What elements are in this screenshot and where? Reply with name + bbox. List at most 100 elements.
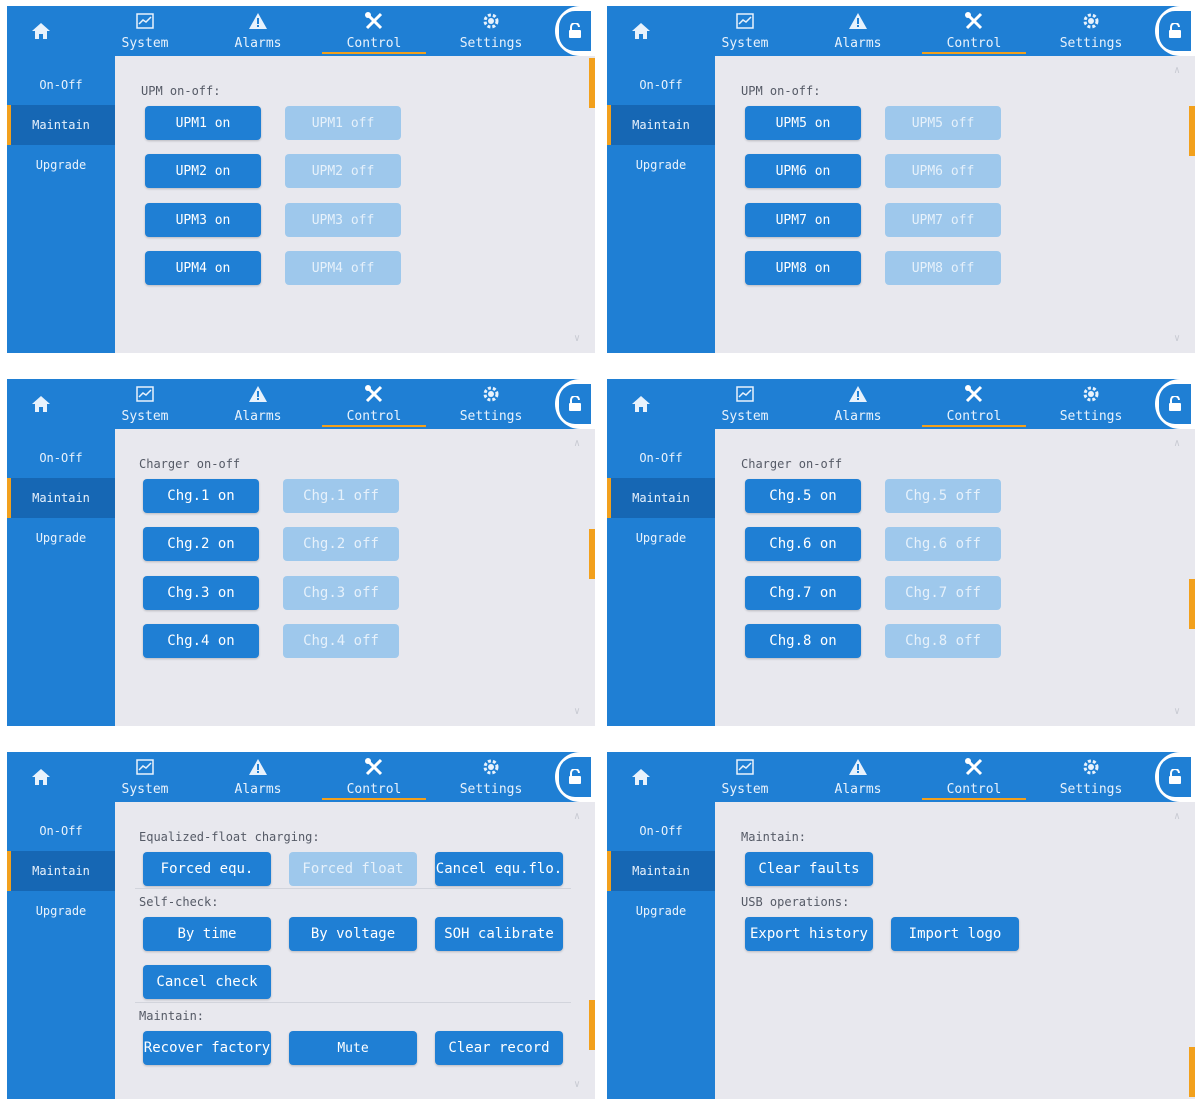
scroll-down-icon[interactable]: ∨ [1171,334,1183,344]
tab-alarms[interactable]: Alarms [200,752,316,802]
sidebar-item-on-off[interactable]: On-Off [7,438,115,478]
chg4-on-button[interactable]: Chg.4 on [143,624,259,658]
chg4-off-button[interactable]: Chg.4 off [283,624,399,658]
lock-button[interactable] [1155,6,1195,56]
import-logo-button[interactable]: Import logo [891,917,1019,951]
upm4-off-button[interactable]: UPM4 off [285,251,401,285]
lock-button[interactable] [555,752,595,802]
chg7-on-button[interactable]: Chg.7 on [745,576,861,610]
chg5-on-button[interactable]: Chg.5 on [745,479,861,513]
tab-settings[interactable]: Settings [433,6,549,56]
home-button[interactable] [7,6,75,56]
scrollbar-thumb[interactable] [589,529,595,579]
sidebar-item-maintain[interactable]: Maintain [607,851,715,891]
lock-button[interactable] [555,379,595,429]
tab-settings[interactable]: Settings [433,752,549,802]
tab-system[interactable]: System [87,6,203,56]
scroll-up-icon[interactable]: ∧ [1171,66,1183,76]
tab-system[interactable]: System [687,6,803,56]
home-button[interactable] [7,379,75,429]
sidebar-item-upgrade[interactable]: Upgrade [7,145,115,185]
sidebar-item-on-off[interactable]: On-Off [607,65,715,105]
tab-control[interactable]: Control [316,379,432,429]
by-voltage-button[interactable]: By voltage [289,917,417,951]
chg2-on-button[interactable]: Chg.2 on [143,527,259,561]
tab-system[interactable]: System [87,752,203,802]
upm3-on-button[interactable]: UPM3 on [145,203,261,237]
clear-record-button[interactable]: Clear record [435,1031,563,1065]
sidebar-item-maintain[interactable]: Maintain [7,478,115,518]
home-button[interactable] [7,752,75,802]
upm1-off-button[interactable]: UPM1 off [285,106,401,140]
scrollbar-thumb[interactable] [589,58,595,108]
tab-control[interactable]: Control [916,379,1032,429]
upm5-off-button[interactable]: UPM5 off [885,106,1001,140]
tab-alarms[interactable]: Alarms [800,379,916,429]
chg2-off-button[interactable]: Chg.2 off [283,527,399,561]
tab-system[interactable]: System [687,752,803,802]
lock-button[interactable] [1155,379,1195,429]
scroll-up-icon[interactable]: ∧ [1171,439,1183,449]
chg5-off-button[interactable]: Chg.5 off [885,479,1001,513]
scroll-up-icon[interactable]: ∧ [571,812,583,822]
soh-calibrate-button[interactable]: SOH calibrate [435,917,563,951]
scrollbar-thumb[interactable] [589,1000,595,1050]
scroll-up-icon[interactable]: ∧ [1171,812,1183,822]
sidebar-item-maintain[interactable]: Maintain [7,851,115,891]
tab-control[interactable]: Control [916,752,1032,802]
upm4-on-button[interactable]: UPM4 on [145,251,261,285]
export-history-button[interactable]: Export history [745,917,873,951]
sidebar-item-upgrade[interactable]: Upgrade [607,891,715,931]
scroll-down-icon[interactable]: ∨ [571,707,583,717]
lock-button[interactable] [1155,752,1195,802]
chg3-off-button[interactable]: Chg.3 off [283,576,399,610]
tab-settings[interactable]: Settings [433,379,549,429]
sidebar-item-maintain[interactable]: Maintain [7,105,115,145]
chg1-off-button[interactable]: Chg.1 off [283,479,399,513]
cancel-equ-flo-button[interactable]: Cancel equ.flo. [435,852,563,886]
scrollbar-thumb[interactable] [1189,106,1195,156]
chg8-on-button[interactable]: Chg.8 on [745,624,861,658]
upm1-on-button[interactable]: UPM1 on [145,106,261,140]
upm3-off-button[interactable]: UPM3 off [285,203,401,237]
upm5-on-button[interactable]: UPM5 on [745,106,861,140]
sidebar-item-maintain[interactable]: Maintain [607,478,715,518]
upm2-off-button[interactable]: UPM2 off [285,154,401,188]
sidebar-item-on-off[interactable]: On-Off [607,438,715,478]
sidebar-item-upgrade[interactable]: Upgrade [7,518,115,558]
tab-system[interactable]: System [687,379,803,429]
lock-button[interactable] [555,6,595,56]
sidebar-item-on-off[interactable]: On-Off [7,65,115,105]
upm6-off-button[interactable]: UPM6 off [885,154,1001,188]
mute-button[interactable]: Mute [289,1031,417,1065]
upm2-on-button[interactable]: UPM2 on [145,154,261,188]
upm6-on-button[interactable]: UPM6 on [745,154,861,188]
upm8-on-button[interactable]: UPM8 on [745,251,861,285]
scroll-up-icon[interactable]: ∧ [571,439,583,449]
tab-alarms[interactable]: Alarms [800,6,916,56]
tab-control[interactable]: Control [316,752,432,802]
chg3-on-button[interactable]: Chg.3 on [143,576,259,610]
cancel-check-button[interactable]: Cancel check [143,965,271,999]
tab-settings[interactable]: Settings [1033,379,1149,429]
tab-alarms[interactable]: Alarms [200,379,316,429]
sidebar-item-upgrade[interactable]: Upgrade [607,518,715,558]
home-button[interactable] [607,379,675,429]
sidebar-item-upgrade[interactable]: Upgrade [607,145,715,185]
tab-settings[interactable]: Settings [1033,6,1149,56]
home-button[interactable] [607,752,675,802]
sidebar-item-on-off[interactable]: On-Off [7,811,115,851]
scroll-down-icon[interactable]: ∨ [571,1080,583,1090]
chg8-off-button[interactable]: Chg.8 off [885,624,1001,658]
scroll-down-icon[interactable]: ∨ [1171,707,1183,717]
upm7-off-button[interactable]: UPM7 off [885,203,1001,237]
home-button[interactable] [607,6,675,56]
chg6-on-button[interactable]: Chg.6 on [745,527,861,561]
forced-equ-button[interactable]: Forced equ. [143,852,271,886]
sidebar-item-upgrade[interactable]: Upgrade [7,891,115,931]
tab-system[interactable]: System [87,379,203,429]
recover-factory-button[interactable]: Recover factory [143,1031,271,1065]
tab-control[interactable]: Control [916,6,1032,56]
sidebar-item-on-off[interactable]: On-Off [607,811,715,851]
scrollbar-thumb[interactable] [1189,1047,1195,1097]
